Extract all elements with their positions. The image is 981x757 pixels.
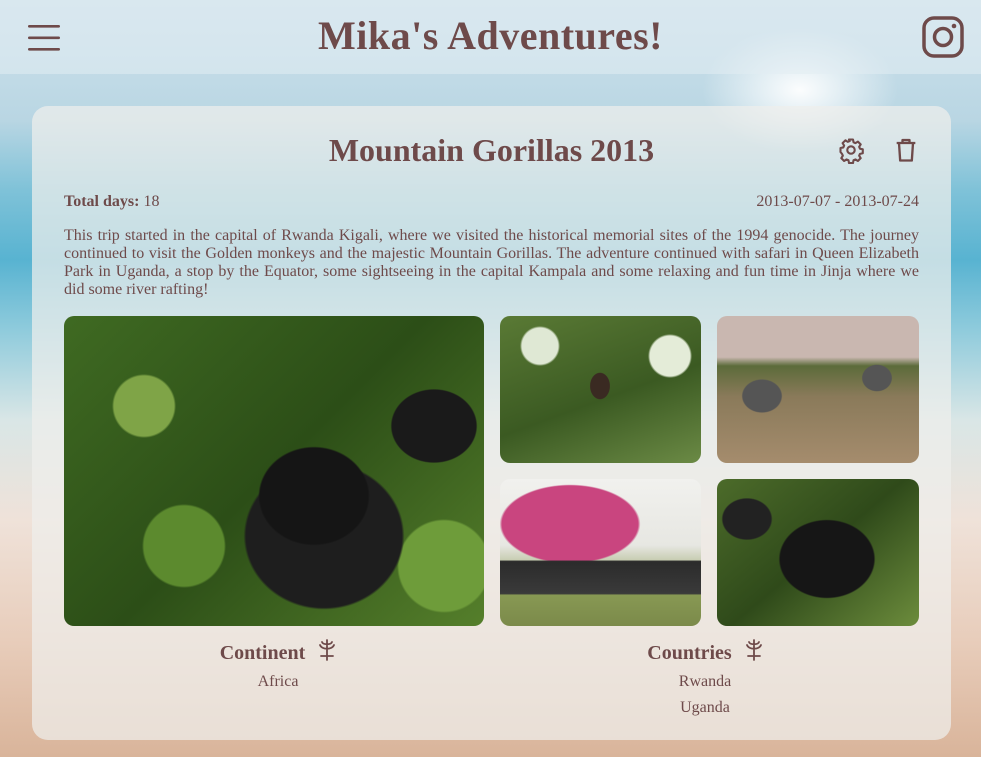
photo-gorilla[interactable] xyxy=(64,316,484,626)
total-days-value: 18 xyxy=(143,193,160,210)
trip-card: Mountain Gorillas 2013 Total days: 18 20… xyxy=(32,106,951,740)
photo-gorilla-in-foliage[interactable] xyxy=(717,479,919,626)
country-item: Rwanda xyxy=(678,673,732,691)
trip-meta-row: Total days: 18 2013-07-07 - 2013-07-24 xyxy=(64,193,919,211)
photo-group-at-equator[interactable] xyxy=(500,479,701,626)
date-range: 2013-07-07 - 2013-07-24 xyxy=(756,193,919,210)
trip-title: Mountain Gorillas 2013 xyxy=(328,132,655,168)
continent-section: Continent Africa xyxy=(128,639,428,695)
continent-heading: Continent xyxy=(128,639,428,669)
instagram-icon[interactable] xyxy=(921,16,965,58)
trash-icon[interactable] xyxy=(892,136,920,164)
photo-bat-in-tree[interactable] xyxy=(500,316,701,463)
countries-label: Countries xyxy=(647,642,732,664)
continent-label: Continent xyxy=(219,642,306,664)
globe-stand-icon xyxy=(318,639,336,669)
total-days: Total days: 18 xyxy=(64,193,159,211)
trip-description: This trip started in the capital of Rwan… xyxy=(64,227,919,298)
countries-section: Countries Rwanda Uganda xyxy=(555,639,855,721)
gear-icon[interactable] xyxy=(837,136,865,165)
continent-value: Africa xyxy=(257,673,299,691)
total-days-label: Total days: xyxy=(64,193,140,210)
site-title: Mika's Adventures! xyxy=(318,13,663,58)
globe-stand-icon xyxy=(745,639,763,669)
countries-heading: Countries xyxy=(555,639,855,669)
country-item: Uganda xyxy=(680,699,730,717)
photo-elephants-on-road[interactable] xyxy=(717,316,919,463)
top-bar: Mika's Adventures! xyxy=(0,0,981,74)
